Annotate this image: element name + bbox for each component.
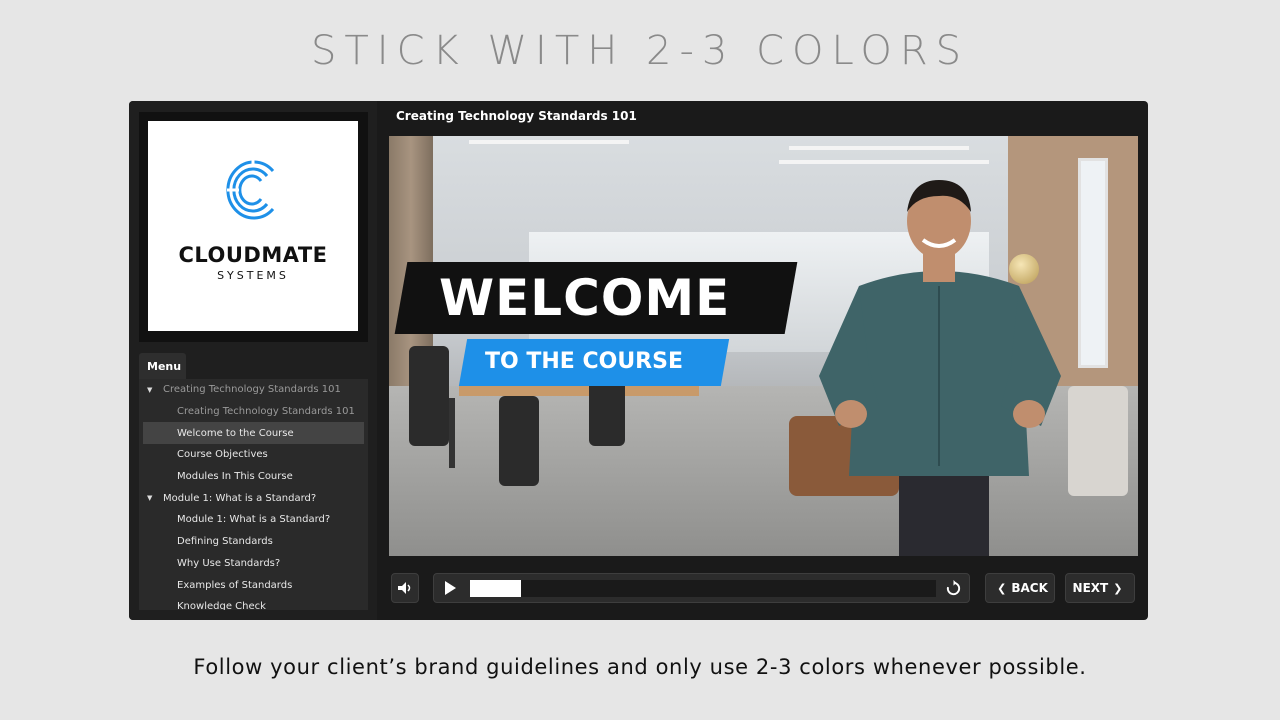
presenter-person xyxy=(819,180,1061,556)
cloudmate-logo-icon xyxy=(226,159,275,220)
menu-item[interactable]: Defining Standards xyxy=(139,531,368,553)
menu-section[interactable]: ▼ Creating Technology Standards 101 xyxy=(139,379,368,401)
menu-item-label: Modules In This Course xyxy=(177,471,293,483)
menu-item-label: Why Use Standards? xyxy=(177,557,281,569)
player-main: Creating Technology Standards 101 WELCOM… xyxy=(377,101,1148,620)
logo-frame: CLOUDMATE SYSTEMS xyxy=(139,112,368,342)
menu-tab[interactable]: Menu xyxy=(139,353,186,379)
seek-progress xyxy=(470,580,522,597)
menu-item-label: Module 1: What is a Standard? xyxy=(163,492,317,504)
seek-bar-container xyxy=(433,573,970,603)
caret-down-icon: ▼ xyxy=(147,494,153,503)
slide-video: WELCOME TO THE COURSE xyxy=(389,136,1138,556)
slide-headline: STICK WITH 2-3 COLORS xyxy=(310,28,970,74)
menu-item-label: Creating Technology Standards 101 xyxy=(177,406,355,418)
volume-icon xyxy=(398,582,411,594)
seek-bar[interactable] xyxy=(470,580,936,597)
menu-item[interactable]: Modules In This Course xyxy=(139,466,368,488)
logo-name: CLOUDMATE xyxy=(178,243,328,267)
menu-item[interactable]: Course Objectives xyxy=(139,444,368,466)
ceiling-light xyxy=(779,160,989,164)
next-button[interactable]: NEXT ❯ xyxy=(1065,573,1135,603)
office-chair xyxy=(499,396,539,486)
menu-item[interactable]: Creating Technology Standards 101 xyxy=(139,401,368,423)
menu-item-label: Creating Technology Standards 101 xyxy=(163,384,341,396)
course-player: CLOUDMATE SYSTEMS Menu ▼ Creating Technol… xyxy=(129,101,1148,620)
menu-item-label: Defining Standards xyxy=(177,536,273,548)
office-chair xyxy=(409,346,449,446)
menu-item-label: Module 1: What is a Standard? xyxy=(177,514,331,526)
desk-leg xyxy=(449,398,455,468)
menu-list: ▼ Creating Technology Standards 101 Creati… xyxy=(139,379,368,610)
ceiling-light xyxy=(789,146,969,150)
replay-icon[interactable] xyxy=(945,580,962,597)
course-title: Creating Technology Standards 101 xyxy=(396,109,637,123)
menu-item-label: Welcome to the Course xyxy=(177,427,294,439)
menu-item[interactable]: Why Use Standards? xyxy=(139,553,368,575)
chevron-right-icon: ❯ xyxy=(1113,581,1123,595)
menu-item-label: Course Objectives xyxy=(177,449,268,461)
menu-section[interactable]: ▼ Module 1: What is a Standard? xyxy=(139,487,368,509)
welcome-title: WELCOME xyxy=(439,269,731,327)
chevron-left-icon: ❮ xyxy=(997,581,1007,595)
back-label: BACK xyxy=(1011,581,1048,595)
menu-item[interactable]: Knowledge Check xyxy=(139,596,368,610)
menu-item[interactable]: Welcome to the Course xyxy=(143,422,364,445)
play-icon[interactable] xyxy=(445,581,456,595)
welcome-subtitle: TO THE COURSE xyxy=(485,349,683,374)
next-label: NEXT xyxy=(1072,581,1109,595)
caret-down-icon: ▼ xyxy=(147,385,153,394)
menu-item[interactable]: Module 1: What is a Standard? xyxy=(139,509,368,531)
company-logo: CLOUDMATE SYSTEMS xyxy=(148,121,358,331)
slide-caption: Follow your client’s brand guidelines an… xyxy=(193,655,1087,679)
logo-subtitle: SYSTEMS xyxy=(217,269,289,282)
window xyxy=(1078,158,1108,368)
menu-item[interactable]: Examples of Standards xyxy=(139,574,368,596)
ceiling-light xyxy=(469,140,629,144)
back-button[interactable]: ❮ BACK xyxy=(985,573,1055,603)
menu-item-label: Examples of Standards xyxy=(177,579,293,591)
office-chair xyxy=(589,376,625,446)
volume-button[interactable] xyxy=(391,573,419,603)
menu-item-label: Knowledge Check xyxy=(177,601,266,610)
player-sidebar: CLOUDMATE SYSTEMS Menu ▼ Creating Technol… xyxy=(129,101,377,620)
player-controls: ❮ BACK NEXT ❯ xyxy=(389,573,1138,605)
office-desk xyxy=(459,386,699,396)
